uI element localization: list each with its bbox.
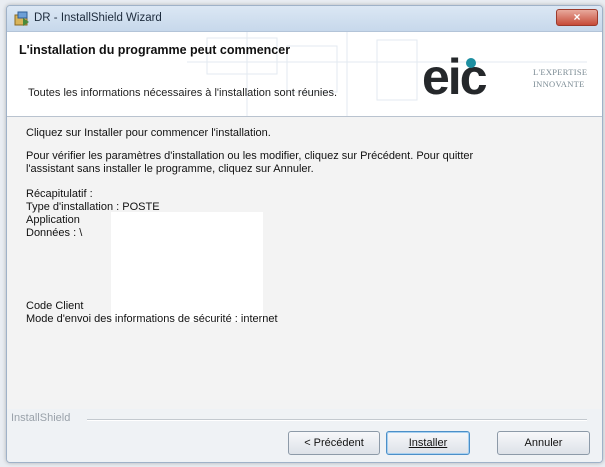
client-code-text: Code Client bbox=[26, 300, 84, 312]
application-text: Application bbox=[26, 214, 80, 226]
eic-logo-text: eic bbox=[422, 52, 487, 102]
wizard-body: Cliquez sur Installer pour commencer l'i… bbox=[7, 117, 602, 409]
logo-dot bbox=[466, 58, 476, 68]
review-text-line-2: l'assistant sans installer le programme,… bbox=[26, 163, 314, 175]
footer-separator bbox=[87, 419, 587, 421]
install-button-label: Installer bbox=[408, 437, 448, 449]
window-title: DR - InstallShield Wizard bbox=[34, 12, 162, 24]
data-path-text: Données : \ bbox=[26, 227, 83, 239]
cancel-button[interactable]: Annuler bbox=[497, 431, 590, 455]
header-title: L'installation du programme peut commenc… bbox=[19, 43, 291, 57]
install-button[interactable]: Installer bbox=[386, 431, 470, 455]
header-subtitle: Toutes les informations nécessaires à l'… bbox=[28, 87, 338, 99]
review-text-line-1: Pour vérifier les paramètres d'installat… bbox=[26, 150, 474, 162]
intro-text: Cliquez sur Installer pour commencer l'i… bbox=[26, 127, 271, 139]
summary-label: Récapitulatif : bbox=[26, 188, 93, 200]
installshield-brand: InstallShield bbox=[11, 412, 71, 424]
title-bar[interactable]: DR - InstallShield Wizard × bbox=[7, 6, 602, 32]
installer-app-icon bbox=[14, 11, 29, 26]
tagline-line-2: INNOVANTE bbox=[533, 79, 585, 89]
wizard-header: L'installation du programme peut commenc… bbox=[7, 32, 602, 117]
back-button[interactable]: < Précédent bbox=[288, 431, 380, 455]
eic-logo: eic bbox=[422, 52, 489, 102]
tagline-line-1: L'EXPERTISE bbox=[533, 67, 588, 77]
security-mode-text: Mode d'envoi des informations de sécurit… bbox=[26, 313, 278, 325]
installshield-wizard-window: DR - InstallShield Wizard × L'installati… bbox=[6, 5, 603, 463]
close-button[interactable]: × bbox=[556, 9, 598, 26]
logo-tagline: L'EXPERTISE INNOVANTE bbox=[533, 66, 587, 90]
wizard-footer: InstallShield < Précédent Installer Annu… bbox=[7, 409, 602, 462]
redacted-area bbox=[111, 212, 263, 322]
